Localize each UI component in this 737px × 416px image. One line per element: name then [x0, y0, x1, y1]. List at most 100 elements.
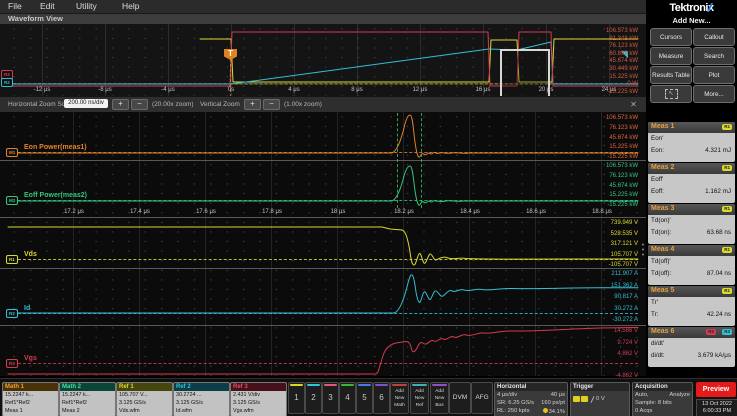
afg-button[interactable]: AFG [471, 382, 493, 414]
overview-scale-label: 45.674 kW [596, 58, 638, 64]
draw-a-box-button[interactable]: ↖ [650, 85, 692, 103]
dvm-button[interactable]: DVM [449, 382, 471, 414]
main-x-tick: 17.2 μs [64, 209, 84, 215]
menu-item-utility[interactable]: Utility [76, 1, 97, 12]
trace-label-m1: Eon Power(meas1) [24, 144, 87, 151]
horizontal-zoom-plus-button[interactable]: + [112, 99, 129, 110]
trigger-source-chip2 [581, 396, 588, 402]
channel-color-stripe [290, 384, 303, 386]
trace-ground-line-vds [8, 259, 638, 260]
horizontal-scale: 4 μs/div [497, 392, 517, 400]
preview-button[interactable]: Preview [696, 382, 736, 397]
position-percent: 34.1% [543, 408, 565, 416]
zoomed-waveform-view[interactable]: 17.2 μs17.4 μs17.6 μs17.8 μs18 μs18.2 μs… [0, 112, 646, 376]
vertical-zoom-minus-button[interactable]: − [263, 99, 280, 110]
measurement-row-label: Eon: [651, 147, 664, 154]
trace-badge-r1[interactable]: R1 [6, 255, 18, 264]
button-callout[interactable]: Callout [693, 28, 735, 46]
add-new-math-button[interactable]: AddNewMath [390, 382, 409, 414]
trace-label-r3: Vgs [24, 355, 37, 362]
measurement-header: Meas 2R1 [648, 163, 735, 174]
overview-scale-label: 91.348 kW [596, 36, 638, 42]
slice-separator [0, 325, 646, 326]
menu-item-file[interactable]: File [8, 1, 22, 12]
overview-scale-label: 76.123 kW [596, 43, 638, 49]
channel-number: 5 [357, 393, 372, 402]
channel-button-3[interactable]: 3 [322, 382, 339, 414]
source-chip-r1: R1 [722, 288, 732, 294]
add-button-line: Add [411, 389, 428, 394]
measurement-badge-6[interactable]: Meas 6R3R2di/dt'di/dt:3.679 kA/μs [648, 327, 735, 367]
scale-label-r2: 211.907 A [596, 271, 638, 277]
button-results-table[interactable]: Results Table [650, 66, 692, 84]
trace-badge-r2[interactable]: R2 [6, 309, 18, 318]
badge-header: Ref 1 [117, 383, 172, 391]
channel-button-1[interactable]: 1 [288, 382, 305, 414]
badge-ref-2[interactable]: Ref 230.2724 ...3.125 GS/sId.wfm [173, 382, 230, 416]
channel-number: 6 [374, 393, 389, 402]
add-color-stripe [412, 384, 427, 386]
button-measure[interactable]: Measure [650, 47, 692, 65]
tab-waveform-view[interactable]: Waveform View [8, 14, 63, 24]
vertical-zoom-plus-button[interactable]: + [244, 99, 261, 110]
badge-header: Math 1 [3, 383, 58, 391]
add-new-bus-button[interactable]: AddNewBus [430, 382, 449, 414]
measurement-value: 42.24 ns [707, 311, 731, 318]
trigger-panel[interactable]: Trigger 0 V [570, 382, 630, 416]
scale-label-m2: 15.225 kW [596, 192, 638, 198]
menu-item-edit[interactable]: Edit [40, 1, 55, 12]
menu-bar: File Edit Utility Help [0, 0, 646, 14]
button-cursors[interactable]: Cursors [650, 28, 692, 46]
close-zoom-icon[interactable]: ✕ [628, 99, 639, 110]
overview-x-tick: 16 μs [476, 87, 491, 93]
measurement-row-label: Td(off): [651, 270, 671, 277]
horizontal-window: 40 μs [551, 392, 565, 400]
measurement-title: Meas 1 [651, 123, 674, 130]
badge-header: Math 2 [60, 383, 115, 391]
measurement-badge-4[interactable]: Meas 4R1 Td(off)' Td(off): 87.04 ns [648, 245, 735, 285]
horizontal-panel[interactable]: Horizontal 4 μs/div40 μs SR: 6.25 GS/s16… [494, 382, 568, 416]
acq-analyze: Analyze [669, 392, 690, 400]
overview-plot[interactable]: T ◥ -12 μs-8 μs-4 μs0s4 μs8 μs12 μs16 μs… [0, 24, 646, 96]
menu-item-help[interactable]: Help [122, 1, 139, 12]
horizontal-zoom-scale-field[interactable]: 200.00 ns/div [64, 99, 108, 108]
button-more[interactable]: More... [693, 85, 735, 103]
eon-power-trace [8, 115, 638, 157]
horizontal-zoom-minus-button[interactable]: − [131, 99, 148, 110]
badge-ref-1[interactable]: Ref 1105.707 V...3.125 GS/sVds.wfm [116, 382, 173, 416]
badge-title: Math 1 [5, 383, 24, 391]
channel-button-6[interactable]: 6 [373, 382, 390, 414]
measurement-name: Td(off)' [651, 258, 671, 265]
measurement-header: Meas 5R1 [648, 286, 735, 297]
measurement-badge-3[interactable]: Meas 3R1Td(on)'Td(on):63.68 ns [648, 204, 735, 244]
panel-resize-handle[interactable]: ••• [641, 243, 645, 259]
add-new-ref-button[interactable]: AddNewRef [410, 382, 429, 414]
scale-label-m1: 106.573 kW [596, 115, 638, 121]
trace-badge-m2[interactable]: M2 [6, 196, 18, 205]
measurement-badge-5[interactable]: Meas 5R1Tr'Tr:42.24 ns [648, 286, 735, 326]
badge-math-2[interactable]: Math 215.2247 k...Ref1*Ref2Meas 2 [59, 382, 116, 416]
id-trace [8, 275, 638, 313]
trace-ground-line-eon-power-meas1- [8, 152, 638, 153]
overview-x-tick: 20 μs [539, 87, 554, 93]
channel-button-5[interactable]: 5 [356, 382, 373, 414]
measurement-badge-1[interactable]: Meas 1R1Eon'Eon:4.321 mJ [648, 122, 735, 162]
main-x-tick: 18.8 μs [592, 209, 612, 215]
trace-badge-r3[interactable]: R3 [6, 359, 18, 368]
button-search[interactable]: Search [693, 47, 735, 65]
badge-ref-3[interactable]: Ref 32.431 V/div3.125 GS/sVgs.wfm [230, 382, 287, 416]
overview-ref-badge-r2[interactable]: R2 [1, 78, 13, 87]
scale-label-m2: 106.573 kW [596, 163, 638, 169]
measurement-value: 87.04 ns [707, 270, 731, 277]
button-plot[interactable]: Plot [693, 66, 735, 84]
measurement-header: Meas 4R1 [648, 245, 735, 256]
channel-button-2[interactable]: 2 [305, 382, 322, 414]
measurement-badge-2[interactable]: Meas 2R1Eoff'Eoff:1.162 mJ [648, 163, 735, 203]
channel-button-4[interactable]: 4 [339, 382, 356, 414]
source-chip-r1: R1 [722, 206, 732, 212]
badge-math-1[interactable]: Math 115.2247 k...Ref1*Ref2Meas 1 [2, 382, 59, 416]
add-button-line: New [391, 396, 408, 401]
main-x-tick: 18.4 μs [460, 209, 480, 215]
trace-badge-m1[interactable]: M1 [6, 148, 18, 157]
acquisition-panel[interactable]: Acquisition Auto,Analyze Sample: 8 bits … [632, 382, 693, 416]
